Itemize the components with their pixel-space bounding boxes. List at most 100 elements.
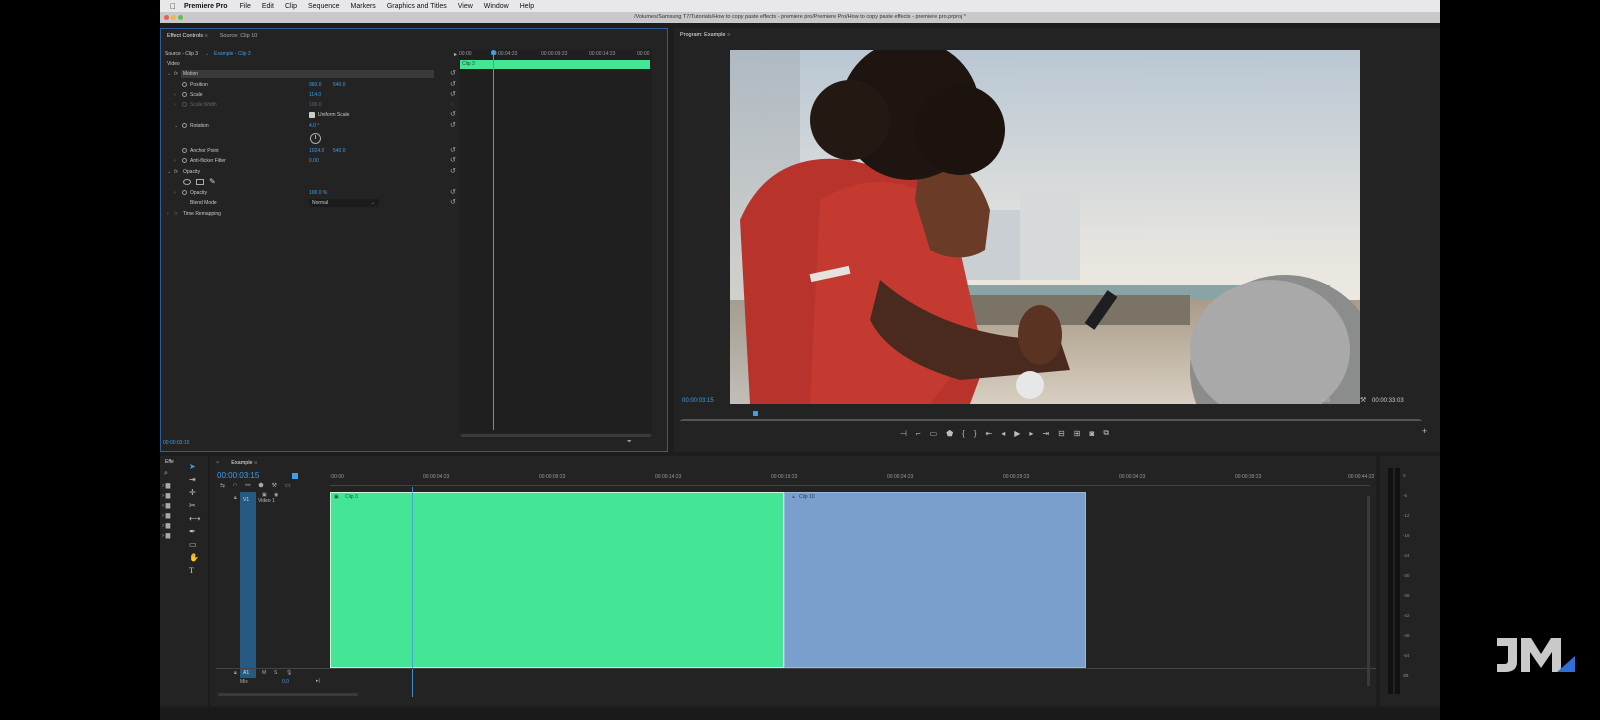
step-forward-icon[interactable]: ▸ xyxy=(1029,429,1033,438)
type-tool-icon[interactable]: T xyxy=(189,566,194,575)
timeline-playhead[interactable] xyxy=(412,487,413,697)
go-to-in-icon[interactable]: ⇤ xyxy=(986,429,993,438)
menu-help[interactable]: Help xyxy=(520,3,534,10)
ellipse-mask-icon[interactable] xyxy=(183,179,191,185)
opacity-value[interactable]: 100.0 % xyxy=(309,188,327,198)
lift-icon[interactable]: ⊟ xyxy=(1058,429,1065,438)
stopwatch-icon[interactable] xyxy=(182,123,187,128)
menu-sequence[interactable]: Sequence xyxy=(308,3,340,10)
nest-icon[interactable]: ⇆ xyxy=(220,482,225,490)
source-clip-select[interactable]: Source - Clip 3 xyxy=(165,49,198,59)
disclosure-triangle-icon[interactable]: › xyxy=(167,209,169,219)
rectangle-mask-icon[interactable] xyxy=(196,179,204,185)
bracket-out-icon[interactable]: } xyxy=(974,429,977,438)
lock-icon[interactable]: 🔒︎ xyxy=(234,495,237,501)
program-time-ruler[interactable] xyxy=(682,412,1420,420)
microphone-icon[interactable]: 🎙︎ xyxy=(286,670,292,676)
safe-margins-icon[interactable]: ▭ xyxy=(930,429,938,438)
apple-icon[interactable]:  xyxy=(170,2,176,11)
antiflicker-value[interactable]: 0.00 xyxy=(309,156,319,166)
menu-clip[interactable]: Clip xyxy=(285,3,297,10)
disclosure-triangle-icon[interactable]: › xyxy=(174,156,176,166)
playhead-handle[interactable] xyxy=(292,473,298,479)
track-v1-target[interactable]: V1 xyxy=(240,492,256,672)
anchor-y-value[interactable]: 540.0 xyxy=(333,146,346,156)
resolution-select[interactable]: Full xyxy=(1322,398,1330,404)
blend-mode-select[interactable]: Normal ⌄ xyxy=(309,199,379,207)
position-y-value[interactable]: 540.0 xyxy=(333,80,346,90)
track-a1-target[interactable]: A1 xyxy=(240,670,256,678)
menu-app-name[interactable]: Premiere Pro xyxy=(184,3,228,10)
anchor-x-value[interactable]: 1024.0 xyxy=(309,146,324,156)
ripple-edit-tool-icon[interactable]: ✛ xyxy=(189,488,196,497)
track-video-name[interactable]: Video 1 xyxy=(258,498,275,504)
mark-in-icon[interactable]: ⊣ xyxy=(900,429,907,438)
folder-icon[interactable]: › ▆ xyxy=(162,532,182,542)
add-marker-icon[interactable]: ⬟ xyxy=(258,482,263,490)
tab-program[interactable]: Program: Example ≡ xyxy=(674,28,736,42)
reset-icon[interactable]: ↺ xyxy=(450,121,456,131)
menu-window[interactable]: Window xyxy=(484,3,509,10)
sequence-clip-label[interactable]: Example - Clip 3 xyxy=(214,49,251,59)
add-marker-icon[interactable]: ⬟ xyxy=(946,429,953,438)
mark-out-icon[interactable]: ⌐ xyxy=(916,429,921,438)
program-playhead[interactable] xyxy=(753,411,758,416)
fx-icon[interactable]: fx xyxy=(174,69,178,79)
rotation-value[interactable]: 4.0 ° xyxy=(309,121,319,131)
folder-icon[interactable]: › ▆ xyxy=(162,482,182,492)
extract-icon[interactable]: ⊞ xyxy=(1074,429,1081,438)
slip-tool-icon[interactable]: ⟷ xyxy=(189,514,200,523)
tab-sequence[interactable]: Example ≡ xyxy=(225,456,263,470)
ec-playhead[interactable] xyxy=(493,52,494,430)
camera-icon[interactable]: ◙ xyxy=(1090,429,1095,438)
reset-icon[interactable]: ↺ xyxy=(450,90,456,100)
folder-icon[interactable]: › ▆ xyxy=(162,512,182,522)
ec-playhead-handle[interactable] xyxy=(491,50,496,55)
rotation-dial[interactable] xyxy=(310,133,321,144)
play-only-icon[interactable]: ▸ xyxy=(454,51,457,58)
menu-edit[interactable]: Edit xyxy=(262,3,274,10)
reset-icon[interactable]: ↺ xyxy=(450,69,456,79)
rectangle-tool-icon[interactable]: ▭ xyxy=(189,540,197,549)
reset-icon[interactable]: ↺ xyxy=(450,146,456,156)
search-icon[interactable]: ⌕ xyxy=(164,470,168,478)
tab-effect-controls[interactable]: Effect Controls ≡ xyxy=(161,29,214,43)
timeline-vertical-scrollbar[interactable] xyxy=(1367,496,1370,686)
add-button-icon[interactable]: + xyxy=(1422,426,1427,436)
pen-tool-icon[interactable]: ✒ xyxy=(189,527,196,536)
razor-tool-icon[interactable]: ✂ xyxy=(189,501,196,510)
captions-icon[interactable]: ▭ xyxy=(285,482,291,490)
wrench-icon[interactable]: ⚒ xyxy=(1360,396,1366,404)
play-icon[interactable]: ▶ xyxy=(1014,429,1020,438)
close-tab-icon[interactable]: × xyxy=(210,456,225,470)
menu-view[interactable]: View xyxy=(458,3,473,10)
folder-icon[interactable]: › ▆ xyxy=(162,492,182,502)
menu-markers[interactable]: Markers xyxy=(351,3,376,10)
mute-icon[interactable]: M xyxy=(262,670,266,676)
reset-icon[interactable]: ↺ xyxy=(450,110,456,120)
reset-icon[interactable]: ↺ xyxy=(450,80,456,90)
folder-icon[interactable]: › ▆ xyxy=(162,502,182,512)
disclosure-triangle-icon[interactable]: ⌄ xyxy=(167,167,171,177)
zoom-window-button[interactable] xyxy=(178,15,183,20)
lock-icon[interactable]: 🔒︎ xyxy=(234,670,237,676)
program-video-frame[interactable] xyxy=(730,50,1360,404)
settings-wrench-icon[interactable]: ⚒ xyxy=(272,482,277,490)
timeline-ruler[interactable]: :00:00 00:00:04:23 00:00:09:23 00:00:14:… xyxy=(330,472,1374,486)
ec-zoom-scrollbar[interactable] xyxy=(461,434,651,437)
track-select-tool-icon[interactable]: ⇥ xyxy=(189,475,196,484)
reset-icon[interactable]: ↺ xyxy=(450,198,456,208)
disclosure-triangle-icon[interactable]: ⌄ xyxy=(174,121,178,131)
bracket-in-icon[interactable]: { xyxy=(962,429,965,438)
time-remapping-row[interactable]: › fx Time Remapping xyxy=(161,209,459,219)
opacity-effect-row[interactable]: ⌄ fx Opacity ↺ xyxy=(161,167,459,177)
reset-icon[interactable]: ↺ xyxy=(450,156,456,166)
step-back-icon[interactable]: ◂ xyxy=(1001,429,1005,438)
timeline-zoom-scrollbar[interactable] xyxy=(218,693,358,696)
tab-source-clip[interactable]: Source: Clip 10 xyxy=(214,29,264,43)
close-window-button[interactable] xyxy=(164,15,169,20)
comparison-view-icon[interactable]: ⧉ xyxy=(1103,428,1109,438)
pen-mask-icon[interactable]: ✎ xyxy=(209,177,216,187)
menu-graphics[interactable]: Graphics and Titles xyxy=(387,3,447,10)
timeline-timecode[interactable]: 00:00:03:15 xyxy=(217,471,259,480)
